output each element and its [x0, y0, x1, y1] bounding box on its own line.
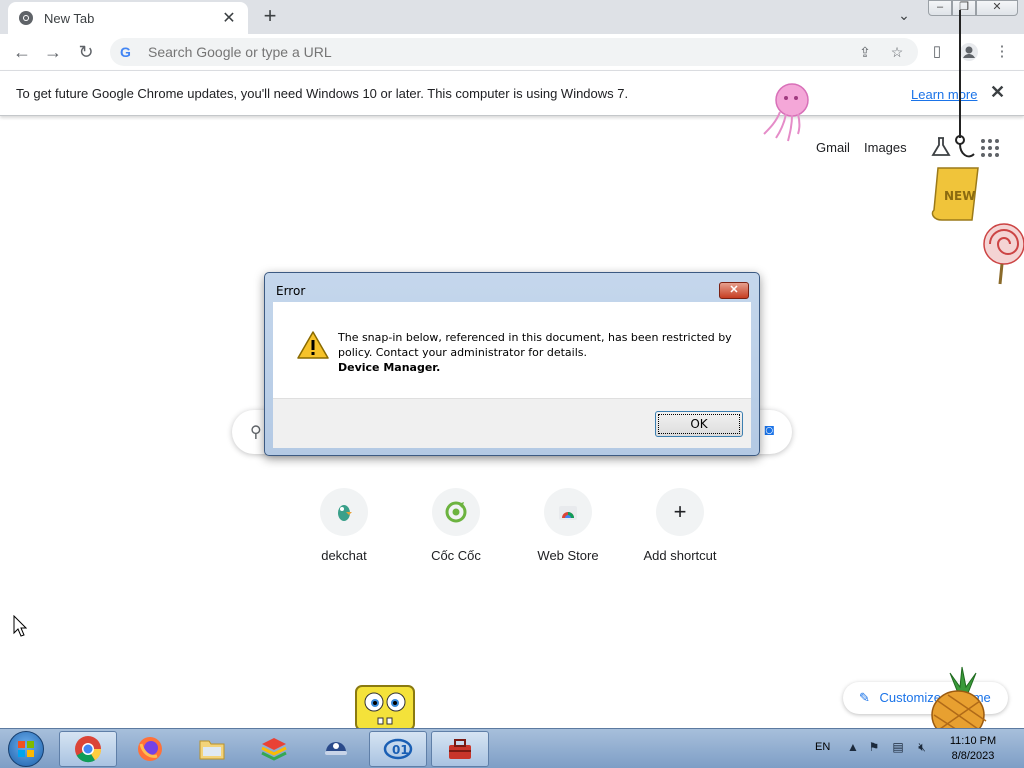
svg-text:NEW: NEW: [944, 189, 975, 203]
shortcut-label: Add shortcut: [643, 548, 717, 563]
language-indicator[interactable]: EN: [815, 741, 830, 753]
plus-icon: +: [656, 488, 704, 536]
helmet-app-icon: [325, 742, 347, 755]
dialog-title: Error: [276, 284, 306, 298]
coccoc-icon: [432, 488, 480, 536]
lollipop-icon: [983, 223, 1024, 285]
toolbox-icon: [449, 739, 471, 759]
tab-new-tab[interactable]: New Tab ✕: [8, 2, 248, 34]
forward-icon[interactable]: →: [42, 41, 64, 63]
warning-icon: [297, 331, 329, 359]
tab-close-icon[interactable]: ✕: [220, 8, 238, 28]
bluestacks-icon: [261, 738, 287, 761]
volume-muted-icon[interactable]: 🔇︎: [914, 740, 930, 756]
windows-taskbar: 01 EN ▲ ⚑ ▤ 🔇︎ 11:10 PM 8/8/2023: [0, 728, 1024, 768]
chrome-icon: [75, 736, 102, 763]
infobar-message: To get future Google Chrome updates, you…: [16, 86, 629, 101]
taskbar-device-manager[interactable]: [431, 731, 489, 767]
pencil-icon: ✎: [859, 690, 870, 705]
tab-strip: New Tab ✕ + ⌄ – ❐ ✕: [0, 0, 1024, 34]
reload-icon[interactable]: ↻: [75, 41, 97, 63]
windows-logo-icon: [18, 741, 34, 757]
address-input[interactable]: [148, 44, 828, 60]
fishhook-new-sign-icon: NEW: [931, 10, 979, 221]
network-app-icon: 01: [383, 738, 413, 760]
start-button[interactable]: [8, 731, 44, 767]
tray-expand-icon[interactable]: ▲: [845, 740, 861, 756]
dialog-message: The snap-in below, referenced in this do…: [338, 330, 738, 375]
dialog-body: The snap-in below, referenced in this do…: [273, 302, 751, 398]
tab-search-icon[interactable]: ⌄: [894, 7, 914, 27]
share-icon[interactable]: ⇪: [856, 44, 874, 62]
omnibox[interactable]: G ⇪ ☆: [110, 38, 918, 66]
webstore-icon: [544, 488, 592, 536]
svg-text:01: 01: [392, 743, 409, 757]
shortcut-label: Cốc Cốc: [431, 548, 481, 563]
dialog-footer: OK: [273, 398, 751, 448]
bookmark-star-icon[interactable]: ☆: [888, 44, 906, 62]
spongebob-icon: [355, 685, 415, 730]
firefox-icon: [138, 737, 162, 761]
shortcut-label: Web Store: [537, 548, 599, 563]
taskbar-app-network[interactable]: 01: [369, 731, 427, 767]
network-icon[interactable]: ▤: [890, 740, 906, 756]
gmail-link[interactable]: Gmail: [816, 140, 850, 155]
shortcut-add[interactable]: + Add shortcut: [624, 488, 736, 578]
menu-kebab-icon[interactable]: ⋮: [992, 42, 1012, 62]
dialog-message-line: The snap-in below, referenced in this do…: [338, 331, 732, 344]
update-infobar: To get future Google Chrome updates, you…: [0, 70, 1024, 116]
chrome-favicon-icon: [19, 11, 33, 25]
jellyfish-icon: [763, 83, 809, 142]
new-tab-button[interactable]: +: [258, 5, 282, 29]
folder-icon: [199, 740, 225, 760]
ok-button[interactable]: OK: [655, 411, 743, 437]
taskbar-chrome[interactable]: [59, 731, 117, 767]
google-apps-icon[interactable]: [981, 139, 999, 157]
mouse-cursor-icon: [13, 615, 27, 637]
lens-camera-icon[interactable]: ◙: [764, 422, 774, 440]
clock-date: 8/8/2023: [951, 750, 995, 762]
taskbar-app-helmet[interactable]: [307, 731, 365, 767]
back-icon[interactable]: ←: [11, 41, 33, 63]
close-window-button[interactable]: ✕: [976, 0, 1018, 16]
dekchat-icon: [320, 488, 368, 536]
pineapple-house-icon: [931, 666, 987, 729]
shortcut-dekchat[interactable]: dekchat: [288, 488, 400, 578]
browser-toolbar: ← → ↻ G ⇪ ☆ ▯ ⋮: [0, 34, 1024, 70]
tab-title: New Tab: [44, 10, 95, 26]
clock-time: 11:10 PM: [949, 735, 997, 747]
google-g-icon: G: [120, 44, 131, 60]
images-link[interactable]: Images: [864, 140, 907, 155]
shortcut-label: dekchat: [321, 548, 367, 563]
shortcut-coccoc[interactable]: Cốc Cốc: [400, 488, 512, 578]
infobar-close-icon[interactable]: ✕: [990, 82, 1005, 103]
system-clock[interactable]: 11:10 PM 8/8/2023: [942, 734, 1004, 764]
dialog-message-line: policy. Contact your administrator for d…: [338, 346, 587, 359]
action-center-flag-icon[interactable]: ⚑: [866, 740, 882, 756]
taskbar-bluestacks[interactable]: [245, 731, 303, 767]
taskbar-explorer[interactable]: [183, 731, 241, 767]
search-icon: ⚲: [250, 424, 262, 441]
taskbar-firefox[interactable]: [121, 731, 179, 767]
shortcut-web-store[interactable]: Web Store: [512, 488, 624, 578]
dialog-message-snapin: Device Manager.: [338, 361, 441, 374]
dialog-close-button[interactable]: ✕: [719, 282, 749, 299]
error-dialog: Error ✕ The snap-in below, referenced in…: [264, 272, 760, 456]
